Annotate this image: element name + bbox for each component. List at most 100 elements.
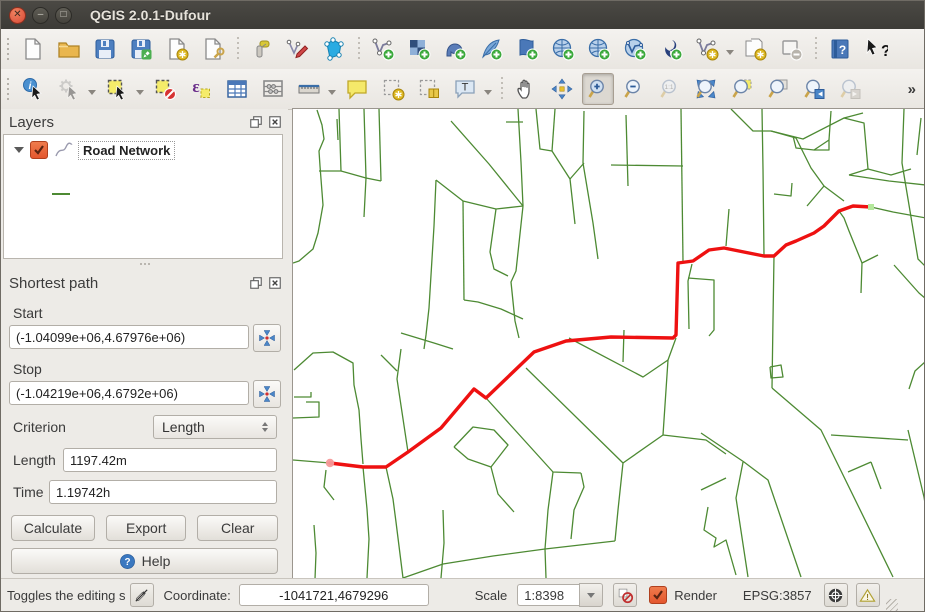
title-bar[interactable]: ✕ – □ QGIS 2.0.1-Dufour xyxy=(1,1,924,29)
add-wfs-layer-button[interactable] xyxy=(619,33,651,65)
chevron-down-icon[interactable] xyxy=(484,90,492,99)
zoom-to-selection-button[interactable] xyxy=(726,73,758,105)
chevron-down-icon[interactable] xyxy=(88,90,96,99)
expander-icon[interactable] xyxy=(14,147,24,158)
start-input[interactable] xyxy=(9,325,249,349)
add-wcs-layer-button[interactable] xyxy=(583,33,615,65)
scale-combo[interactable]: 1:8398 xyxy=(517,583,603,607)
zoom-next-button[interactable] xyxy=(834,73,866,105)
road-line xyxy=(552,109,555,151)
stop-input[interactable] xyxy=(9,381,249,405)
coordinate-input[interactable] xyxy=(239,584,429,606)
add-wms-layer-button[interactable] xyxy=(547,33,579,65)
zoom-last-button[interactable] xyxy=(798,73,830,105)
stop-rendering-button[interactable] xyxy=(613,583,637,607)
capture-start-button[interactable] xyxy=(253,324,281,352)
toolbar-overflow-button[interactable]: » xyxy=(908,81,916,98)
clear-button[interactable]: Clear xyxy=(197,515,278,541)
remove-layer-group-button[interactable] xyxy=(775,33,807,65)
new-bookmark-icon xyxy=(381,77,405,101)
pan-to-selection-button[interactable] xyxy=(546,73,578,105)
attribute-table-button[interactable] xyxy=(221,73,253,105)
pan-map-button[interactable] xyxy=(510,73,542,105)
export-button[interactable]: Export xyxy=(106,515,187,541)
layer-item-road-network[interactable]: Road Network xyxy=(4,139,282,161)
crs-status-button[interactable] xyxy=(824,583,848,607)
whats-this-button[interactable]: ? xyxy=(860,33,892,65)
new-shapefile-layer-button[interactable] xyxy=(691,33,723,65)
create-layer-button[interactable] xyxy=(739,33,771,65)
statistical-summary-button[interactable] xyxy=(257,73,289,105)
resize-grip[interactable] xyxy=(886,599,898,611)
add-postgis-layer-button[interactable] xyxy=(439,33,471,65)
save-project-as-button[interactable] xyxy=(125,33,157,65)
show-bookmarks-button[interactable] xyxy=(413,73,445,105)
zoom-to-layer-button[interactable] xyxy=(762,73,794,105)
shortest-path-panel: Shortest path Start Stop Criterion Lengt… xyxy=(1,269,288,295)
render-checkbox[interactable] xyxy=(649,586,667,604)
help-button[interactable]: ? Help xyxy=(11,548,278,574)
composer-manager-button[interactable] xyxy=(197,33,229,65)
new-composer-button[interactable] xyxy=(161,33,193,65)
minimize-icon[interactable]: – xyxy=(32,7,49,24)
road-line xyxy=(623,330,624,362)
toolbar-drag-handle[interactable] xyxy=(5,78,12,100)
chevron-down-icon[interactable] xyxy=(136,90,144,99)
text-annotation-button[interactable]: T xyxy=(449,73,481,105)
capture-stop-button[interactable] xyxy=(253,380,281,408)
zoom-in-button[interactable] xyxy=(582,73,614,105)
log-messages-button[interactable]: ! xyxy=(856,583,880,607)
calculate-button[interactable]: Calculate xyxy=(11,515,95,541)
road-line xyxy=(861,263,862,293)
zoom-native-button[interactable]: 1:1 xyxy=(654,73,686,105)
status-bar: Toggles the editing s Coordinate: Scale … xyxy=(1,578,924,611)
identify-features-button[interactable]: i xyxy=(17,73,49,105)
node-tool-button[interactable] xyxy=(318,33,350,65)
route-end-marker xyxy=(868,204,874,210)
toggle-editing-button[interactable] xyxy=(130,583,154,607)
scale-dropdown-button[interactable] xyxy=(579,583,603,607)
add-postgis-layer-icon xyxy=(443,37,467,61)
zoom-full-button[interactable] xyxy=(690,73,722,105)
deselect-features-button[interactable] xyxy=(149,73,181,105)
layers-panel-float-button[interactable] xyxy=(249,115,263,129)
chevron-down-icon[interactable] xyxy=(328,90,336,99)
time-output[interactable] xyxy=(49,480,277,504)
select-by-expression-button[interactable]: ε xyxy=(185,73,217,105)
help-contents-button[interactable]: ? xyxy=(824,33,856,65)
edit-pencil-icon xyxy=(133,587,150,604)
layers-panel-close-button[interactable] xyxy=(268,115,282,129)
add-raster-layer-button[interactable] xyxy=(403,33,435,65)
run-feature-action-button[interactable] xyxy=(53,73,85,105)
layers-tree[interactable]: Road Network xyxy=(3,134,283,259)
add-spatialite-layer-button[interactable] xyxy=(475,33,507,65)
save-project-button[interactable] xyxy=(89,33,121,65)
chevron-down-icon[interactable] xyxy=(726,50,734,59)
remove-layer-group-icon xyxy=(779,37,803,61)
measure-button[interactable] xyxy=(293,73,325,105)
close-icon[interactable]: ✕ xyxy=(9,7,26,24)
select-features-button[interactable] xyxy=(101,73,133,105)
new-project-button[interactable] xyxy=(17,33,49,65)
maximize-icon[interactable]: □ xyxy=(55,7,72,24)
zoom-out-button[interactable] xyxy=(618,73,650,105)
map-tips-button[interactable] xyxy=(341,73,373,105)
shortest-path-close-button[interactable] xyxy=(268,276,282,290)
panel-splitter[interactable] xyxy=(1,261,288,267)
add-oracle-layer-button[interactable] xyxy=(655,33,687,65)
road-line xyxy=(862,255,878,263)
touch-zoom-pan-button[interactable] xyxy=(246,33,278,65)
open-project-button[interactable] xyxy=(53,33,85,65)
map-canvas[interactable] xyxy=(292,108,925,581)
toolbar-drag-handle[interactable] xyxy=(5,38,12,60)
layer-visibility-checkbox[interactable] xyxy=(30,141,48,159)
length-output[interactable] xyxy=(63,448,277,472)
add-vector-layer-button[interactable] xyxy=(367,33,399,65)
road-line xyxy=(526,368,623,541)
shortest-path-float-button[interactable] xyxy=(249,276,263,290)
time-label: Time xyxy=(13,484,44,500)
add-mssql-layer-button[interactable] xyxy=(511,33,543,65)
advanced-digitize-button[interactable] xyxy=(282,33,314,65)
criterion-select[interactable]: Length xyxy=(153,415,277,439)
new-bookmark-button[interactable] xyxy=(377,73,409,105)
